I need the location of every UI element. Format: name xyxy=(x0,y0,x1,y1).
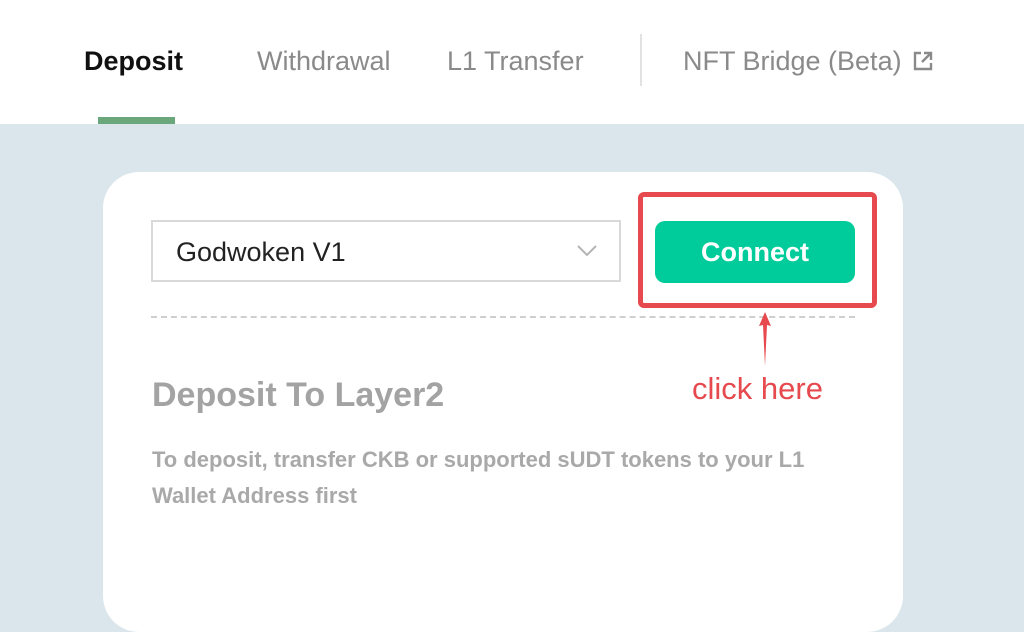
tab-withdrawal[interactable]: Withdrawal xyxy=(257,44,391,78)
active-tab-underline xyxy=(98,117,175,124)
network-select[interactable]: Godwoken V1 xyxy=(151,220,621,282)
external-link-icon xyxy=(912,46,934,80)
tab-divider xyxy=(640,34,642,86)
dashed-divider xyxy=(151,316,855,318)
annotation-highlight-box xyxy=(638,192,877,308)
tab-deposit[interactable]: Deposit xyxy=(84,44,183,78)
chevron-down-icon xyxy=(577,244,597,262)
arrow-up-icon xyxy=(754,310,776,373)
annotation-label: click here xyxy=(692,371,823,406)
top-nav: Deposit Withdrawal L1 Transfer NFT Bridg… xyxy=(0,0,1024,124)
section-description: To deposit, transfer CKB or supported sU… xyxy=(152,447,805,508)
tab-nft-bridge-label: NFT Bridge (Beta) xyxy=(683,46,902,76)
tab-l1-transfer[interactable]: L1 Transfer xyxy=(447,44,584,78)
section-title: Deposit To Layer2 xyxy=(152,376,445,414)
network-select-value: Godwoken V1 xyxy=(176,237,346,267)
tab-nft-bridge[interactable]: NFT Bridge (Beta) xyxy=(683,44,934,80)
